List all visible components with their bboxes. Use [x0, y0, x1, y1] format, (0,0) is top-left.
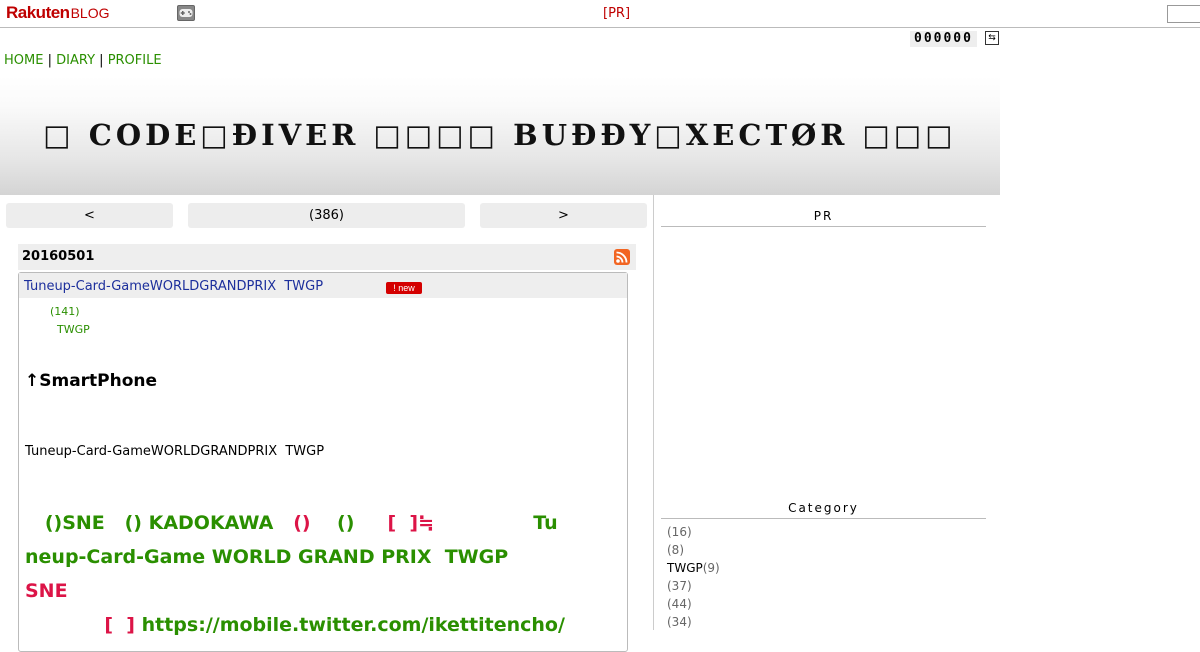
nav-separator: |	[99, 53, 104, 68]
rss-icon[interactable]	[614, 249, 630, 265]
post-title-bar: Tuneup-Card-GameWORLDGRANDPRIX TWGP ! ne…	[19, 273, 627, 298]
highlight-segment: [ ]	[104, 614, 135, 636]
pr-link[interactable]: [PR]	[603, 6, 630, 21]
category-name: TWGP	[667, 561, 703, 575]
post-highlight-line-4: [ ] https://mobile.twitter.com/ikettiten…	[25, 614, 565, 636]
post-list-button[interactable]: (386)	[188, 203, 465, 228]
rakuten-blog-logo[interactable]: Rakuten BLOG	[6, 3, 109, 23]
post-category-tag[interactable]: TWGP	[57, 323, 90, 336]
category-count: (34)	[667, 615, 692, 629]
highlight-segment: ()	[310, 512, 388, 534]
logo-suffix: BLOG	[70, 5, 110, 21]
category-count: (8)	[667, 543, 684, 557]
new-badge-label: new	[398, 283, 415, 293]
blog-post: Tuneup-Card-GameWORLDGRANDPRIX TWGP ! ne…	[18, 272, 628, 652]
nav-home[interactable]: HOME	[4, 53, 43, 68]
sidebar-category-heading: Category	[661, 501, 986, 519]
nav-separator: |	[47, 53, 52, 68]
nav-diary[interactable]: DIARY	[56, 53, 95, 68]
category-item[interactable]: (34)	[667, 615, 720, 633]
highlight-segment	[25, 614, 104, 636]
prev-post-button[interactable]: <	[6, 203, 173, 228]
next-post-button[interactable]: >	[480, 203, 647, 228]
twitter-link[interactable]: https://mobile.twitter.com/ikettitencho/	[135, 614, 565, 636]
category-item[interactable]: (44)	[667, 597, 720, 615]
column-divider	[653, 195, 654, 630]
category-list: (16) (8) TWGP(9) (37) (44) (34)	[667, 525, 720, 633]
category-item[interactable]: (16)	[667, 525, 720, 543]
gamepad-icon[interactable]	[177, 5, 195, 21]
highlight-segment: ()SNE () KADOKAWA	[25, 512, 294, 534]
post-title[interactable]: Tuneup-Card-GameWORLDGRANDPRIX TWGP	[24, 279, 323, 294]
logo-brand: Rakuten	[6, 3, 70, 22]
category-item[interactable]: (37)	[667, 579, 720, 597]
post-highlight-line-1: ()SNE () KADOKAWA () () [ ]≒ Tu	[25, 512, 558, 534]
highlight-segment: [ ]≒	[387, 512, 434, 534]
post-comment-count[interactable]: (141)	[50, 305, 80, 318]
highlight-segment: ()	[293, 512, 311, 534]
blog-nav: HOME | DIARY | PROFILE	[4, 53, 162, 68]
access-counter: 000000	[910, 31, 977, 47]
sidebar-pr-heading: PR	[661, 209, 986, 227]
smartphone-heading: ↑SmartPhone	[25, 371, 158, 391]
search-input[interactable]	[1167, 5, 1200, 23]
post-highlight-line-2: neup-Card-Game WORLD GRAND PRIX TWGP	[25, 546, 509, 568]
category-count: (44)	[667, 597, 692, 611]
post-date: 20160501	[22, 249, 95, 264]
nav-profile[interactable]: PROFILE	[108, 53, 162, 68]
category-count: (37)	[667, 579, 692, 593]
category-count: (16)	[667, 525, 692, 539]
post-date-bar: 20160501	[18, 244, 636, 270]
top-bar: Rakuten BLOG [PR]	[0, 0, 1200, 28]
new-badge: ! new	[386, 282, 422, 294]
category-item[interactable]: (8)	[667, 543, 720, 561]
post-highlight-line-3: SNE	[25, 580, 68, 602]
blog-header-banner: □ CODE□ĐIVER □□□□ BUĐĐY□XECTØR □□□	[0, 76, 1000, 195]
category-count: (9)	[702, 561, 720, 575]
category-item[interactable]: TWGP(9)	[667, 561, 720, 579]
blog-title[interactable]: □ CODE□ĐIVER □□□□ BUĐĐY□XECTØR □□□	[0, 118, 1000, 152]
post-text-line: Tuneup-Card-GameWORLDGRANDPRIX TWGP	[25, 444, 325, 459]
highlight-segment: Tu	[434, 512, 558, 534]
counter-info-icon[interactable]: ⇆	[985, 31, 999, 45]
